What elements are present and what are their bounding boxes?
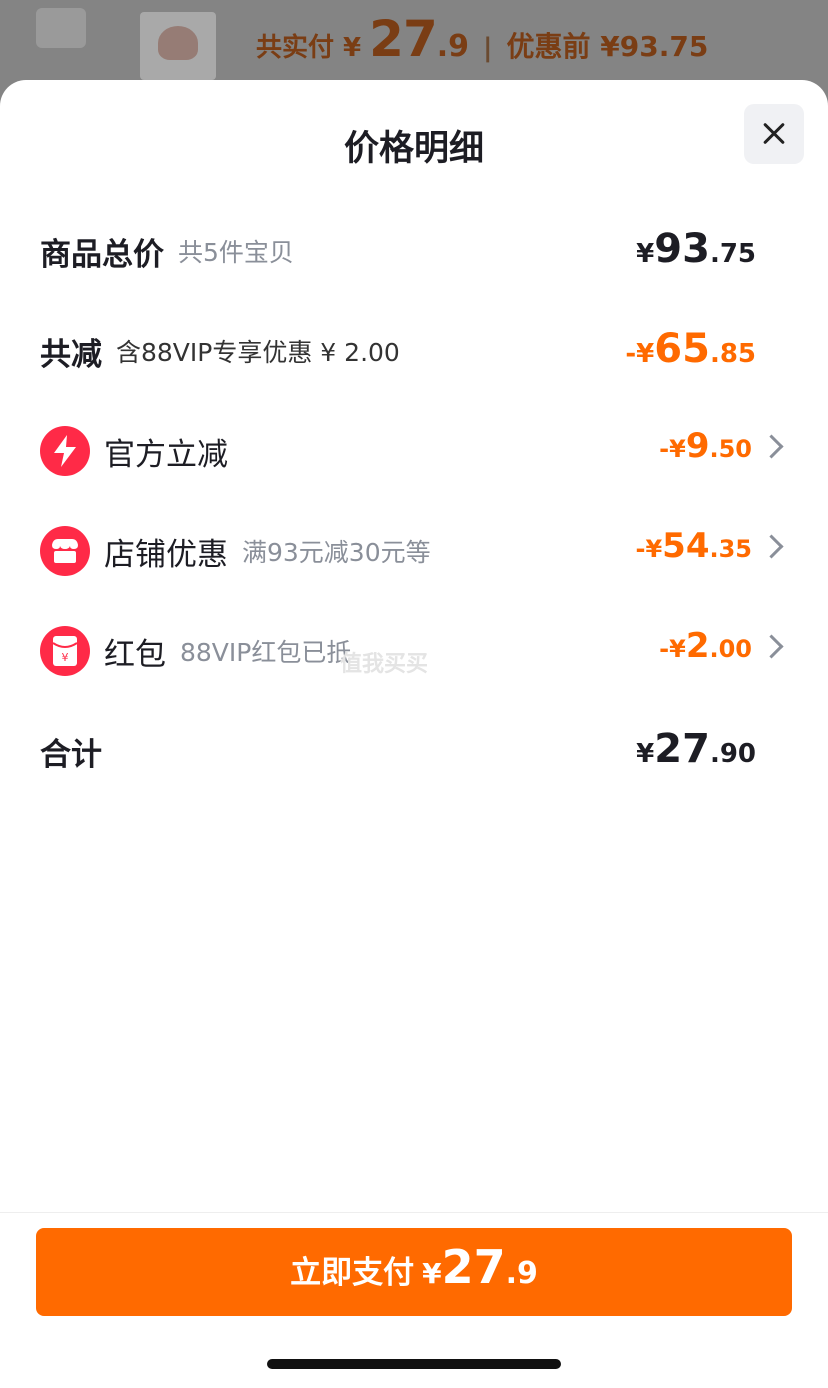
- home-indicator: [267, 1359, 561, 1369]
- pay-now-button[interactable]: 立即支付 ¥ 27 .9: [36, 1228, 792, 1316]
- currency: ¥: [636, 239, 655, 269]
- watermark: 值我买买: [340, 652, 429, 677]
- row-amount: -¥ 54.35: [635, 526, 752, 576]
- chevron-right-icon: [759, 534, 784, 559]
- row-goods-total: 商品总价 共5件宝贝 ¥93.75: [40, 226, 780, 276]
- summary-int: 27: [369, 10, 438, 68]
- amount-frac: .85: [709, 339, 756, 369]
- row-sub: 含88VIP专享优惠 ¥ 2.00: [116, 338, 400, 367]
- row-sub: 88VIP红包已抵: [180, 638, 352, 667]
- currency: -¥: [625, 339, 655, 369]
- svg-text:¥: ¥: [62, 651, 69, 664]
- row-shop-discount[interactable]: 店铺优惠 满93元减30元等 -¥ 54.35: [40, 526, 784, 576]
- row-label: 共减: [40, 336, 102, 373]
- row-official-discount[interactable]: 官方立减 -¥ 9.50: [40, 426, 784, 476]
- currency: -¥: [659, 435, 686, 463]
- summary-frac: .9: [436, 29, 470, 64]
- row-sub: 共5件宝贝: [178, 238, 294, 267]
- amount-int: 9: [685, 426, 710, 466]
- row-label: 店铺优惠: [104, 536, 228, 573]
- row-amount: -¥ 65.85: [625, 326, 756, 376]
- amount-frac: .90: [709, 739, 756, 769]
- pay-currency: ¥: [422, 1257, 442, 1290]
- pay-label: 立即支付: [290, 1255, 415, 1291]
- summary-original-price: 优惠前 ¥93.75: [506, 30, 709, 63]
- row-amount: -¥ 9.50: [659, 426, 752, 476]
- row-amount: ¥93.75: [636, 226, 756, 276]
- order-summary: 共实付 ¥ 27.9 | 优惠前 ¥93.75: [256, 10, 708, 68]
- row-label: 官方立减: [104, 436, 228, 473]
- row-total-discount: 共减 含88VIP专享优惠 ¥ 2.00 -¥ 65.85: [40, 326, 780, 376]
- currency: ¥: [636, 739, 655, 769]
- summary-label: 共实付 ¥: [256, 33, 362, 63]
- row-grand-total: 合计 ¥27.90: [40, 726, 780, 776]
- close-button[interactable]: [744, 104, 804, 164]
- shop-icon: [40, 526, 90, 576]
- amount-int: 93: [654, 226, 710, 272]
- product-thumbnail: [140, 12, 216, 80]
- currency: -¥: [635, 535, 663, 563]
- summary-separator: |: [483, 33, 493, 63]
- amount-frac: .50: [709, 435, 752, 463]
- shop-logo: [36, 8, 86, 48]
- chevron-right-icon: [759, 434, 784, 459]
- amount-int: 54: [662, 526, 710, 566]
- amount-frac: .35: [709, 535, 752, 563]
- row-amount: -¥ 2.00: [659, 626, 752, 676]
- price-detail-sheet: 价格明细 商品总价 共5件宝贝 ¥93.75 共减 含88VIP专享优惠 ¥ 2…: [0, 80, 828, 1388]
- chevron-right-icon: [759, 634, 784, 659]
- row-label: 商品总价: [40, 236, 164, 273]
- pay-amount-frac: .9: [505, 1256, 538, 1291]
- row-amount: ¥27.90: [636, 726, 756, 776]
- red-packet-icon: ¥: [40, 626, 90, 676]
- pay-amount-int: 27: [441, 1240, 506, 1294]
- row-label: 红包: [104, 636, 166, 673]
- amount-int: 65: [654, 326, 710, 372]
- footer-divider: [0, 1212, 828, 1213]
- amount-frac: .75: [709, 239, 756, 269]
- row-label: 合计: [40, 736, 102, 773]
- row-sub: 满93元减30元等: [242, 538, 431, 567]
- amount-int: 2: [685, 626, 710, 666]
- amount-int: 27: [654, 726, 710, 772]
- sheet-title: 价格明细: [343, 129, 484, 169]
- currency: -¥: [659, 635, 686, 663]
- amount-frac: .00: [709, 635, 752, 663]
- lightning-icon: [40, 426, 90, 476]
